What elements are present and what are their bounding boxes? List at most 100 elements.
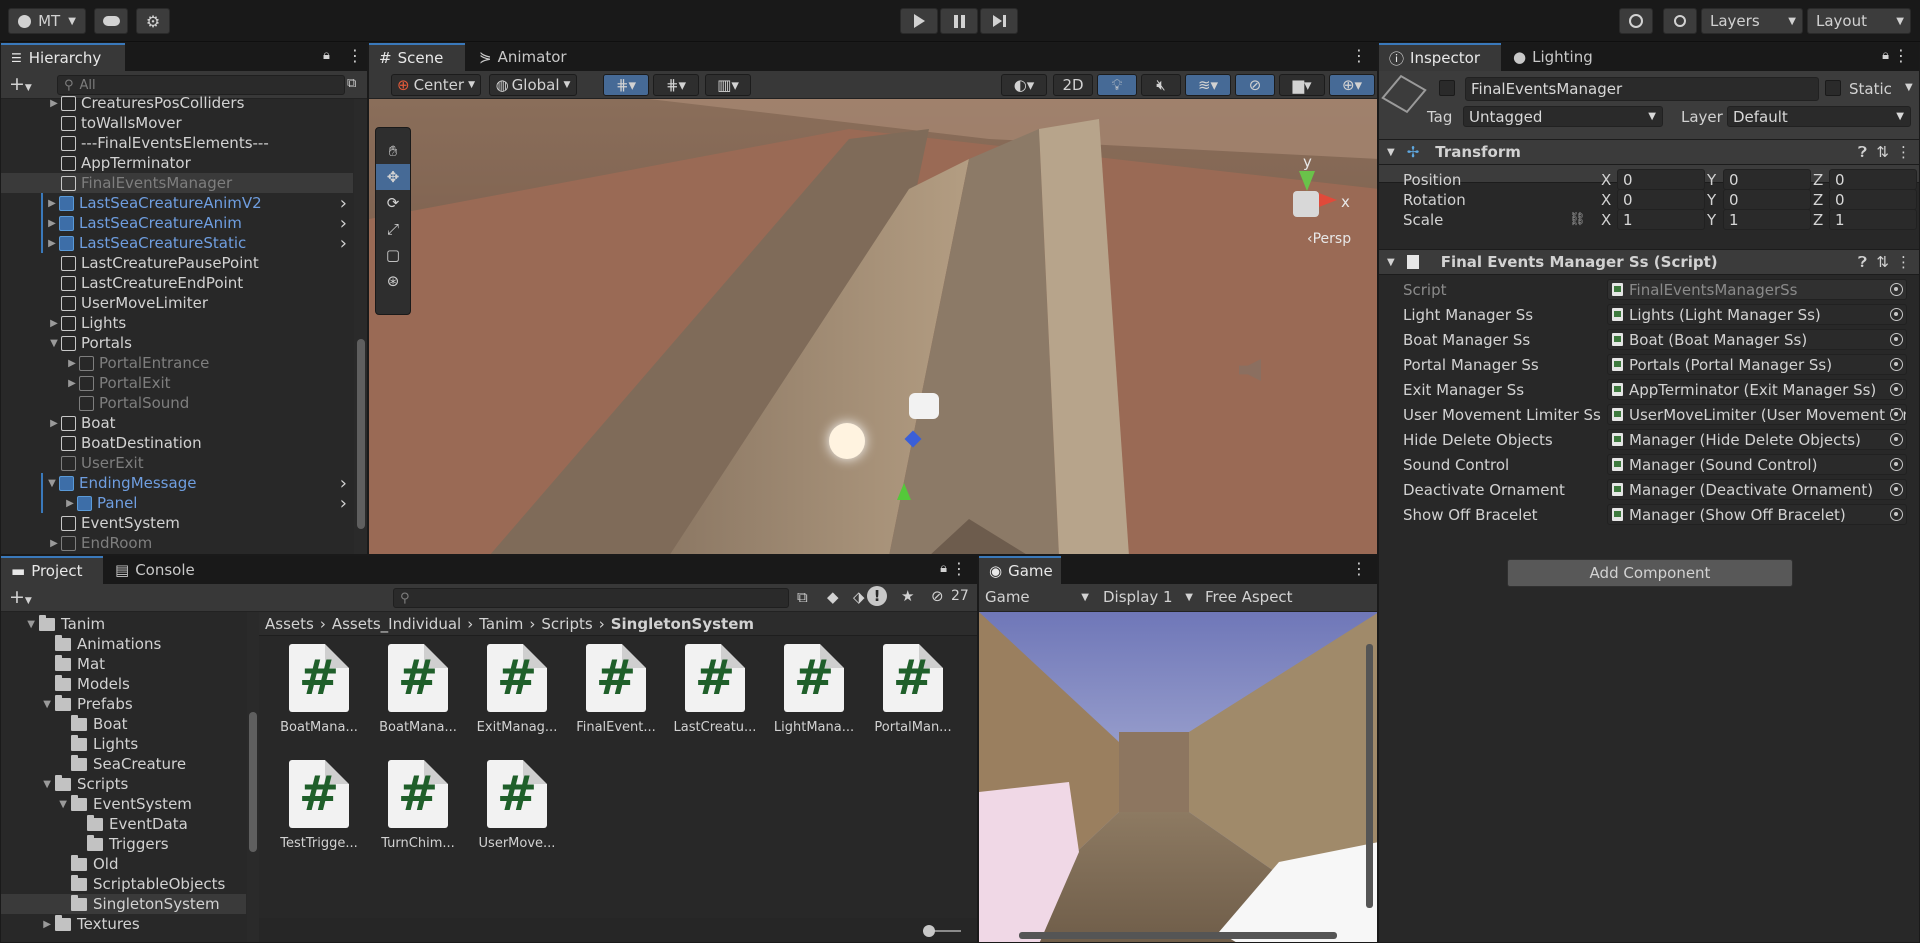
move-tool-icon[interactable]: ✥: [376, 164, 410, 190]
object-picker-icon[interactable]: [1890, 383, 1903, 396]
hierarchy-item[interactable]: toWallsMover: [1, 113, 353, 133]
script-asset[interactable]: # BoatMana...: [271, 644, 367, 754]
grid-snap-button[interactable]: ⋕▾: [603, 74, 649, 96]
more-menu-icon[interactable]: ⋮: [347, 46, 363, 65]
pivot-dropdown[interactable]: ⊕ Center ▼: [391, 74, 481, 96]
project-search-input[interactable]: ⚲: [393, 588, 789, 608]
folder-tree-item[interactable]: EventData: [1, 814, 246, 834]
preset-icon[interactable]: ⇅: [1876, 143, 1889, 161]
account-dropdown[interactable]: MT ▼: [8, 8, 86, 34]
folder-tree-item[interactable]: SeaCreature: [1, 754, 246, 774]
fold-closed-icon[interactable]: ▶: [45, 238, 59, 249]
lighting-toggle[interactable]: 💡︎: [1097, 74, 1137, 96]
object-reference-field[interactable]: Lights (Light Manager Ss): [1607, 304, 1907, 325]
script-asset[interactable]: # TestTrigge...: [271, 760, 367, 870]
scrollbar-thumb[interactable]: [249, 712, 257, 852]
hierarchy-item[interactable]: ▼ EndingMessage ›: [1, 473, 353, 494]
aspect-dropdown[interactable]: Free Aspect: [1205, 588, 1375, 606]
fold-closed-icon[interactable]: ▶: [1, 919, 55, 930]
transform-y-input[interactable]: 1: [1723, 209, 1811, 230]
breadcrumb-item[interactable]: Tanim: [479, 615, 523, 633]
script-asset[interactable]: # TurnChim...: [370, 760, 466, 870]
chevron-right-icon[interactable]: ›: [340, 213, 347, 234]
breadcrumb-item[interactable]: Scripts: [541, 615, 592, 633]
fold-open-icon[interactable]: ▼: [45, 478, 59, 489]
help-icon[interactable]: ❓︎: [1858, 253, 1867, 271]
breadcrumb-item[interactable]: Assets: [265, 615, 314, 633]
fold-open-icon[interactable]: ▼: [1, 779, 55, 790]
constrain-proportions-icon[interactable]: ⛓: [1569, 212, 1586, 227]
fold-closed-icon[interactable]: ▶: [47, 538, 61, 549]
object-picker-icon[interactable]: [1890, 433, 1903, 446]
game-vertical-scrollbar[interactable]: [1366, 644, 1373, 908]
2d-toggle[interactable]: 2D: [1053, 74, 1093, 96]
hierarchy-item[interactable]: ▶ LastSeaCreatureStatic ›: [1, 233, 353, 254]
script-asset[interactable]: # FinalEvent...: [568, 644, 664, 754]
more-menu-icon[interactable]: ⋮: [1896, 143, 1911, 161]
hierarchy-item[interactable]: PortalSound: [1, 393, 353, 413]
transform-header[interactable]: ▼ ✢ Transform ❓︎ ⇅ ⋮: [1379, 139, 1919, 165]
folder-tree-item[interactable]: ▼ EventSystem: [1, 794, 246, 814]
transform-z-input[interactable]: 1: [1829, 209, 1917, 230]
tab-inspector[interactable]: ⓘ Inspector: [1379, 43, 1501, 71]
fold-closed-icon[interactable]: ▶: [47, 418, 61, 429]
game-horizontal-scrollbar[interactable]: [1019, 932, 1337, 939]
folder-tree-item[interactable]: Boat: [1, 714, 246, 734]
more-menu-icon[interactable]: ⋮: [1351, 46, 1367, 65]
active-checkbox[interactable]: [1439, 80, 1455, 96]
persp-label[interactable]: ‹Persp: [1307, 231, 1351, 247]
transform-x-input[interactable]: 1: [1617, 209, 1705, 230]
fold-open-icon[interactable]: ▼: [1, 799, 71, 810]
hand-tool-icon[interactable]: ✋︎: [376, 138, 410, 164]
layout-dropdown[interactable]: Layout ▼: [1807, 8, 1911, 34]
hierarchy-item[interactable]: ▶ Panel ›: [1, 493, 353, 514]
object-picker-icon[interactable]: [1890, 358, 1903, 371]
object-picker-icon[interactable]: [1890, 308, 1903, 321]
object-name-input[interactable]: FinalEventsManager: [1465, 77, 1819, 101]
folder-tree-item[interactable]: SingletonSystem: [1, 894, 246, 914]
hierarchy-item[interactable]: UserMoveLimiter: [1, 293, 353, 313]
hierarchy-item[interactable]: LastCreaturePausePoint: [1, 253, 353, 273]
chevron-right-icon[interactable]: ›: [340, 193, 347, 214]
hierarchy-item[interactable]: ▼ Portals: [1, 333, 353, 353]
breadcrumb-item[interactable]: Assets_Individual: [332, 615, 461, 633]
game-mode-dropdown[interactable]: Game ▼: [985, 588, 1095, 606]
play-button[interactable]: [900, 8, 938, 34]
script-asset[interactable]: # ExitManag...: [469, 644, 565, 754]
object-picker-icon[interactable]: [1890, 483, 1903, 496]
object-reference-field[interactable]: Portals (Portal Manager Ss): [1607, 354, 1907, 375]
tab-project[interactable]: ▬ Project: [1, 556, 103, 584]
folder-tree-scrollbar[interactable]: [247, 612, 259, 942]
fold-closed-icon[interactable]: ▶: [65, 378, 79, 389]
rect-tool-icon[interactable]: ▢: [376, 242, 410, 268]
search-by-type-icon[interactable]: ⧉: [797, 588, 808, 606]
tab-animator[interactable]: ⋟ Animator: [469, 43, 579, 71]
hierarchy-item[interactable]: LastCreatureEndPoint: [1, 273, 353, 293]
folder-tree-item[interactable]: ▶ Textures: [1, 914, 246, 934]
help-icon[interactable]: ❓︎: [1858, 143, 1867, 161]
effects-dropdown[interactable]: ≋▾: [1185, 74, 1231, 96]
folder-tree-item[interactable]: Lights: [1, 734, 246, 754]
collab-button[interactable]: ⚙: [136, 8, 170, 34]
fold-open-icon[interactable]: ▼: [1, 699, 55, 710]
chevron-right-icon[interactable]: ›: [340, 233, 347, 254]
object-reference-field[interactable]: AppTerminator (Exit Manager Ss): [1607, 379, 1907, 400]
star-icon[interactable]: ★: [901, 587, 914, 605]
fold-open-icon[interactable]: ▼: [1, 619, 39, 630]
tag-dropdown[interactable]: Untagged ▼: [1463, 106, 1663, 127]
shading-mode-dropdown[interactable]: ◐▾: [1001, 74, 1047, 96]
chevron-right-icon[interactable]: ›: [340, 473, 347, 494]
script-asset[interactable]: # LastCreatu...: [667, 644, 763, 754]
visibility-toggle[interactable]: ⊘: [1235, 74, 1275, 96]
display-dropdown[interactable]: Display 1 ▼: [1103, 588, 1199, 606]
hierarchy-item[interactable]: ▶ LastSeaCreatureAnim ›: [1, 213, 353, 234]
hierarchy-item[interactable]: ▶ PortalEntrance: [1, 353, 353, 373]
hierarchy-item[interactable]: ---FinalEventsElements---: [1, 133, 353, 153]
script-asset[interactable]: # UserMove...: [469, 760, 565, 870]
cloud-button[interactable]: [94, 8, 128, 34]
hierarchy-item[interactable]: ▶ CreaturesPosColliders: [1, 93, 353, 113]
folder-tree-item[interactable]: Triggers: [1, 834, 246, 854]
script-asset[interactable]: # BoatMana...: [370, 644, 466, 754]
hierarchy-scrollbar[interactable]: [354, 99, 367, 554]
hidden-packages-icon[interactable]: ⊘: [931, 587, 944, 605]
